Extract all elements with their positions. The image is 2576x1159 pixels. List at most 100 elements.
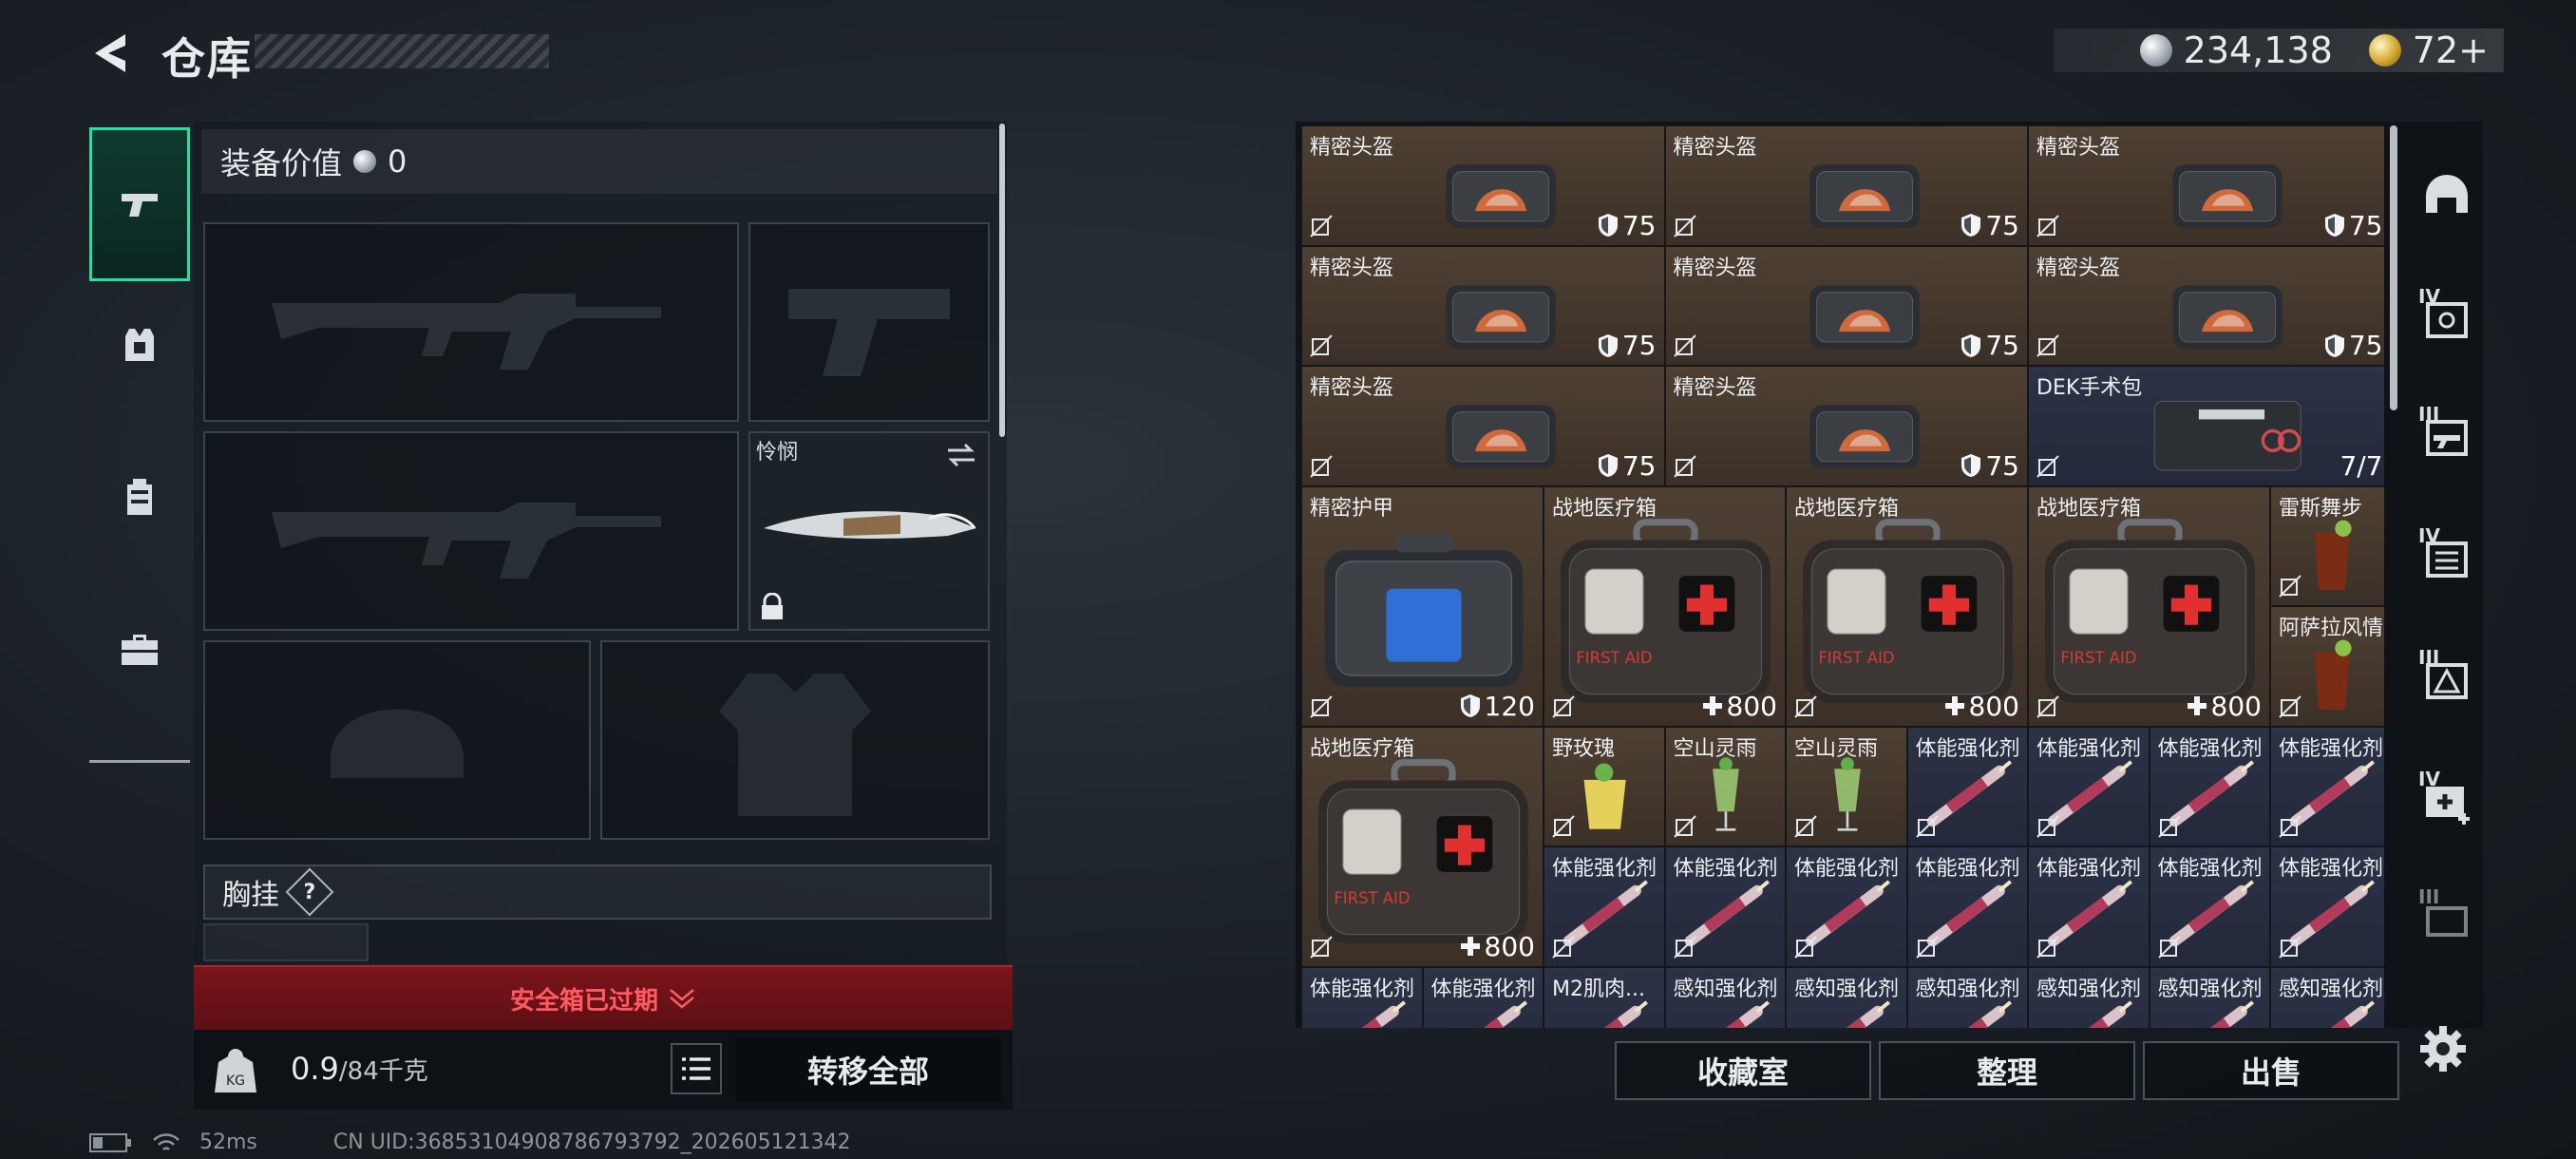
body-armor-slot[interactable] <box>600 640 990 840</box>
chevron-down-icon <box>670 989 694 1009</box>
item-value-text: 7/7 <box>2339 449 2383 482</box>
inventory-item[interactable]: 精密头盔 75 <box>1301 125 1665 246</box>
inventory-item[interactable]: 体能强化剂 <box>2270 846 2384 967</box>
primary-weapon-slot[interactable] <box>203 222 739 422</box>
list-view-button[interactable] <box>671 1043 722 1094</box>
inventory-item[interactable]: 体能强化剂 <box>1422 966 1544 1028</box>
inventory-item[interactable]: 感知强化剂 <box>1664 966 1786 1028</box>
inventory-item[interactable]: 精密头盔 75 <box>1301 245 1665 366</box>
safebox-expired-banner[interactable]: 安全箱已过期 <box>194 965 1013 1030</box>
inventory-item[interactable]: 精密头盔 75 <box>2028 245 2384 366</box>
inventory-item[interactable]: 野玫瑰 <box>1544 726 1665 846</box>
inventory-item[interactable]: 体能强化剂 <box>2149 726 2270 846</box>
help-icon[interactable]: ? <box>285 867 334 917</box>
tab-weapons[interactable] <box>89 127 190 281</box>
not-insured-icon <box>2036 214 2059 238</box>
inventory-item[interactable]: 精密护甲 120 <box>1301 485 1544 727</box>
tab-storage-5[interactable]: IV <box>2411 764 2483 836</box>
heal-plus-icon <box>1702 696 1722 715</box>
inventory-item[interactable]: 精密头盔 75 <box>1664 125 2028 246</box>
inventory-item[interactable]: 精密头盔 75 <box>2028 125 2384 246</box>
not-insured-icon <box>1310 334 1333 357</box>
secondary-weapon-slot[interactable] <box>748 222 990 422</box>
item-name: 体能强化剂 <box>1915 736 2020 761</box>
tabs-divider <box>89 760 190 763</box>
tab-armor[interactable] <box>89 274 190 416</box>
item-value: 7/7 <box>2339 450 2382 482</box>
inventory-item[interactable]: 体能强化剂 <box>1906 726 2028 846</box>
weight-icon: KG <box>215 1049 256 1092</box>
not-insured-icon <box>1673 935 1696 959</box>
equipment-scrollbar[interactable] <box>999 124 1005 437</box>
tab-toolbox[interactable] <box>89 578 190 720</box>
item-value: 800 <box>1944 691 2019 722</box>
inventory-item[interactable]: 感知强化剂 <box>1906 966 2028 1028</box>
not-insured-icon <box>1552 694 1575 718</box>
inventory-item[interactable]: 体能强化剂 <box>1906 846 2028 967</box>
item-value: 75 <box>1960 450 2019 482</box>
item-name: 战地医疗箱 <box>1310 736 1415 761</box>
transfer-all-button[interactable]: 转移全部 <box>735 1037 1001 1102</box>
chest-rig-slot[interactable] <box>203 923 369 961</box>
tab-all-storage[interactable] <box>2411 160 2483 232</box>
silver-coin-icon <box>2139 34 2172 66</box>
inventory-item[interactable]: 精密头盔 75 <box>1664 245 2028 366</box>
inventory-item[interactable]: 空山灵雨 <box>1786 726 1907 846</box>
item-name: 精密头盔 <box>1673 136 1757 160</box>
title-stripe-decoration <box>255 34 549 68</box>
inventory-item[interactable]: 体能强化剂 <box>1544 846 1665 967</box>
tab-storage-3[interactable]: IV <box>2411 521 2483 593</box>
item-name: 体能强化剂 <box>2157 857 2263 881</box>
item-value-text: 120 <box>1484 690 1535 722</box>
inventory-item[interactable]: 体能强化剂 <box>1301 966 1423 1028</box>
not-insured-icon <box>1673 334 1696 357</box>
tab-storage-6[interactable]: III <box>2411 882 2483 954</box>
swap-icon[interactable] <box>944 441 978 469</box>
item-value-text: 800 <box>1484 930 1535 962</box>
secondary-rifle-slot[interactable] <box>203 431 739 631</box>
shield-icon <box>1598 333 1618 357</box>
inventory-item[interactable]: 精密头盔 75 <box>1664 366 2028 486</box>
inventory-item[interactable]: 空山灵雨 <box>1664 726 1786 846</box>
helmet-case-icon <box>1446 284 1556 349</box>
inventory-item[interactable]: 感知强化剂 <box>2028 966 2150 1028</box>
tab-storage-4[interactable]: III <box>2411 642 2483 714</box>
inventory-item[interactable]: FIRST AID 战地医疗箱 800 <box>2028 485 2270 727</box>
svg-text:KG: KG <box>226 1074 245 1089</box>
inventory-item[interactable]: 雷斯舞步 <box>2270 485 2384 606</box>
helmet-case-icon <box>2172 284 2282 349</box>
weight-max: /84千克 <box>338 1057 428 1086</box>
inventory-item[interactable]: 体能强化剂 <box>2270 726 2384 846</box>
inventory-item[interactable]: M2肌肉... <box>1544 966 1665 1028</box>
inventory-scrollbar[interactable] <box>2390 125 2397 410</box>
wifi-icon <box>153 1132 180 1150</box>
inventory-item[interactable]: 感知强化剂 <box>2270 966 2384 1028</box>
inventory-item[interactable]: 体能强化剂 <box>2028 846 2150 967</box>
item-value: 75 <box>2324 330 2383 361</box>
item-value: 75 <box>1598 210 1657 241</box>
tab-storage-2[interactable]: III <box>2411 399 2483 471</box>
inventory-item[interactable]: 阿萨拉风情 <box>2270 606 2384 727</box>
shield-icon <box>2324 333 2344 357</box>
collection-room-button[interactable]: 收藏室 <box>1615 1041 1871 1100</box>
inventory-item[interactable]: 体能强化剂 <box>2028 726 2150 846</box>
gold-amount[interactable]: 72+ <box>2413 29 2489 71</box>
inventory-item[interactable]: 体能强化剂 <box>2149 846 2270 967</box>
inventory-item[interactable]: 精密头盔 75 <box>1301 366 1665 486</box>
inventory-item[interactable]: DEK手术包 7/7 <box>2028 366 2384 486</box>
back-arrow-icon[interactable] <box>87 28 137 78</box>
melee-slot[interactable]: 怜悯 <box>748 431 990 631</box>
inventory-item[interactable]: 感知强化剂 <box>1786 966 1907 1028</box>
inventory-item[interactable]: 体能强化剂 <box>1664 846 1786 967</box>
sort-button[interactable]: 整理 <box>1879 1041 2135 1100</box>
inventory-item[interactable]: FIRST AID 战地医疗箱 800 <box>1544 485 1786 727</box>
helmet-slot[interactable] <box>203 640 591 840</box>
sell-button[interactable]: 出售 <box>2143 1041 2399 1100</box>
tab-backpack[interactable] <box>89 426 190 568</box>
inventory-item[interactable]: FIRST AID 战地医疗箱 800 <box>1301 726 1544 967</box>
inventory-item[interactable]: 体能强化剂 <box>1786 846 1907 967</box>
gear-icon[interactable] <box>2416 1022 2470 1075</box>
inventory-item[interactable]: FIRST AID 战地医疗箱 800 <box>1786 485 2028 727</box>
inventory-item[interactable]: 感知强化剂 <box>2149 966 2270 1028</box>
tab-storage-1[interactable]: IV <box>2411 281 2483 353</box>
